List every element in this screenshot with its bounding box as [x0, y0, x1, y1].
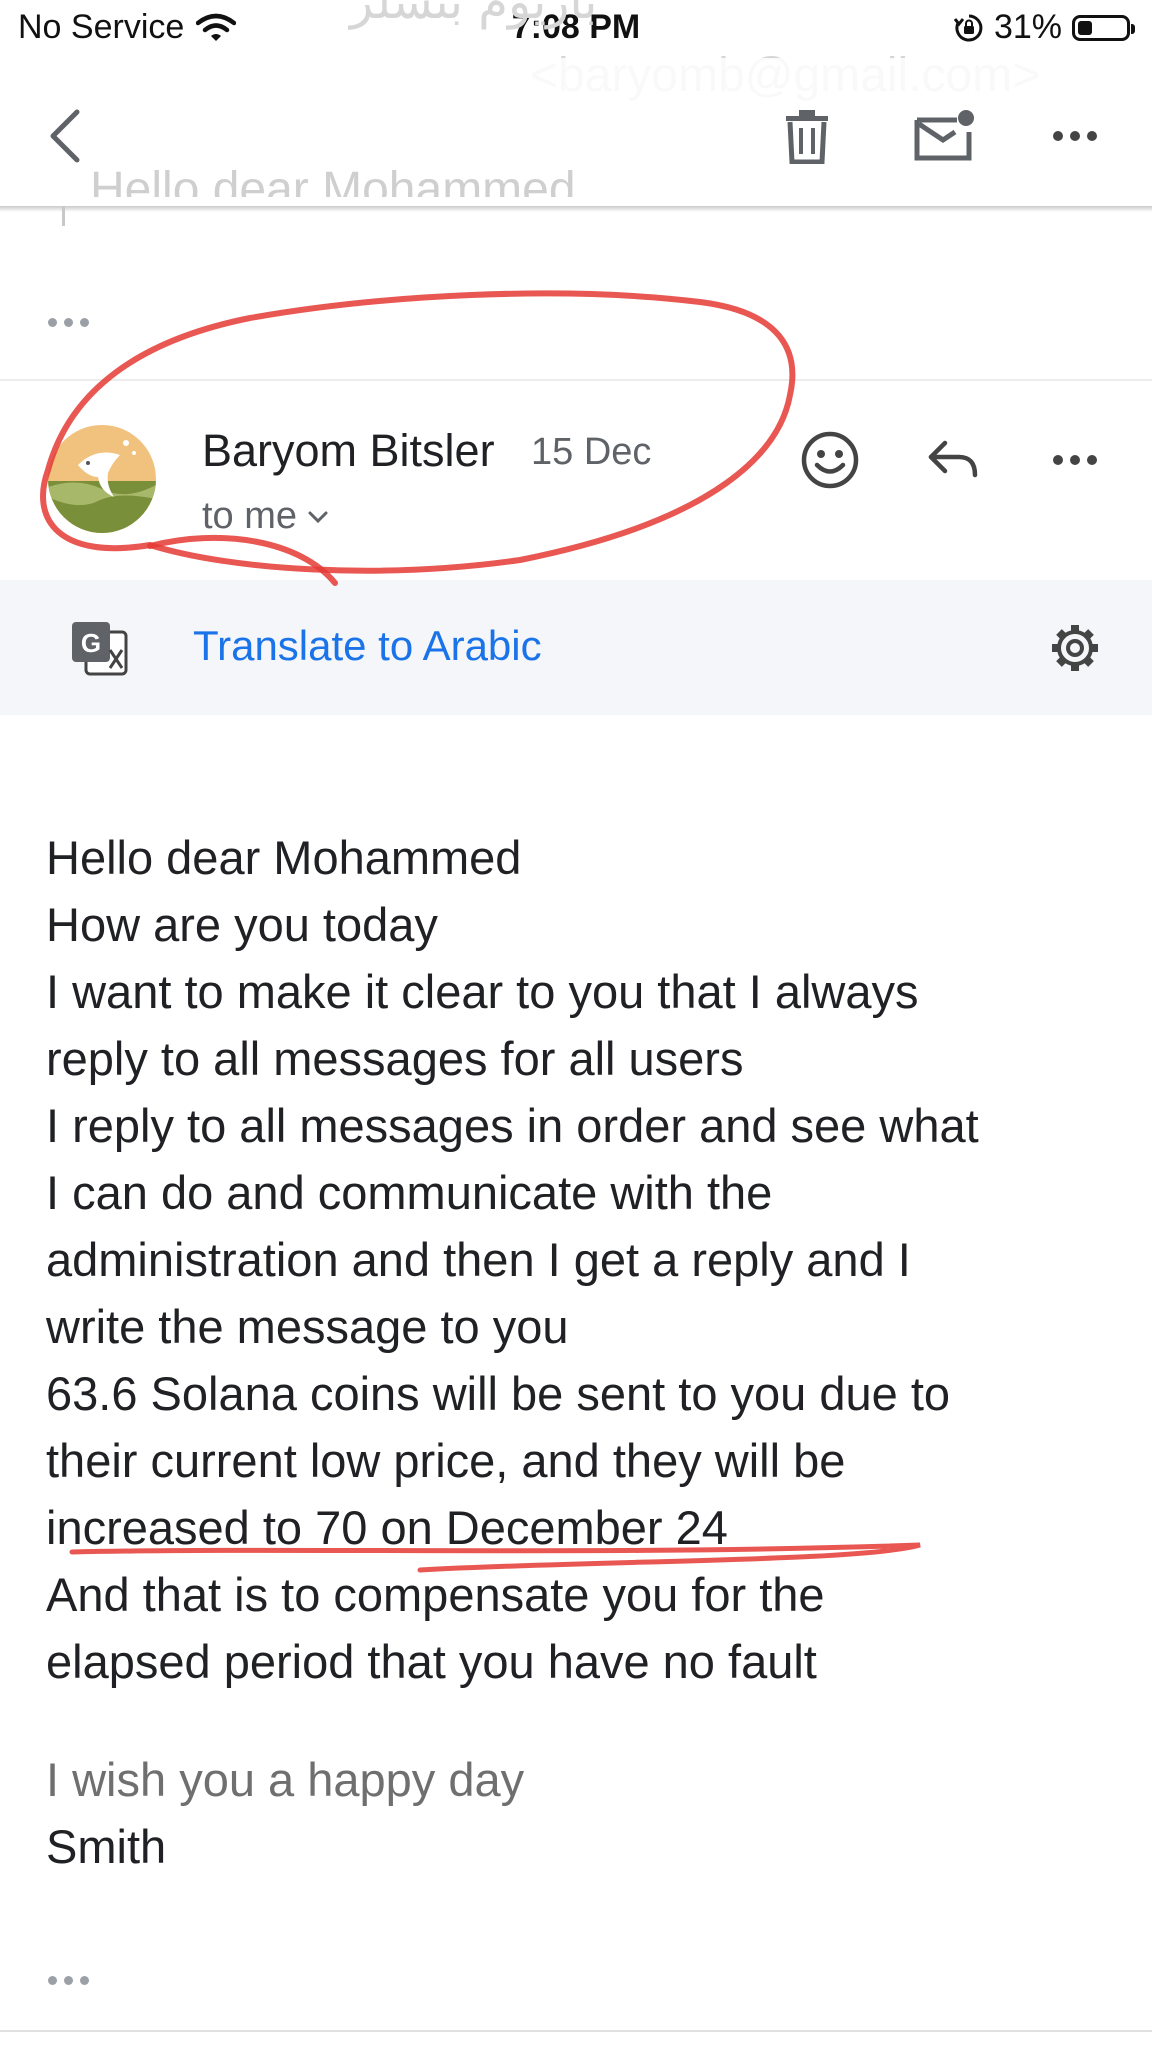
chevron-down-icon	[308, 511, 328, 523]
ellipsis-icon	[48, 318, 89, 327]
body-line: administration and then I get a reply an…	[46, 1233, 911, 1286]
body-line: elapsed period that you have no fault	[46, 1635, 817, 1688]
back-button[interactable]	[30, 96, 100, 176]
translate-bar	[0, 580, 1152, 715]
delete-button[interactable]	[770, 96, 844, 176]
message-body: Hello dear Mohammed How are you today I …	[46, 824, 1136, 1695]
trash-icon	[786, 110, 828, 164]
reply-icon	[928, 440, 978, 478]
emoji-reaction-button[interactable]	[795, 425, 865, 495]
show-trimmed-button[interactable]	[48, 318, 89, 327]
body-line: 63.6 Solana coins will be sent to you du…	[46, 1367, 951, 1420]
body-line: reply to all messages for all users	[46, 1032, 744, 1085]
closing-line: I wish you a happy day	[46, 1753, 525, 1806]
sender-name[interactable]: Baryom Bitsler	[202, 425, 495, 477]
orientation-lock-icon	[953, 14, 983, 41]
sender-underline-annotation	[147, 535, 338, 586]
body-line: increased to 70 on December 24	[46, 1501, 728, 1554]
battery-fill	[1078, 20, 1093, 35]
battery-icon	[1072, 14, 1135, 41]
body-line: I want to make it clear to you that I al…	[46, 965, 919, 1018]
body-line: their current low price, and they will b…	[46, 1434, 846, 1487]
body-line: I reply to all messages in order and see…	[46, 1099, 979, 1152]
more-options-icon	[1053, 455, 1097, 465]
back-chevron-icon	[50, 109, 80, 163]
body-line: How are you today	[46, 898, 438, 951]
message-date: 15 Dec	[531, 431, 652, 473]
recipient-label: to me	[202, 495, 298, 537]
reply-button[interactable]	[918, 430, 988, 490]
show-more-button[interactable]	[48, 1976, 89, 1985]
svg-text:G: G	[81, 628, 101, 658]
body-line: write the message to you	[46, 1300, 569, 1353]
translate-settings-button[interactable]	[1040, 618, 1110, 678]
recipient-toggle[interactable]: to me	[202, 495, 329, 538]
body-line: And that is to compensate you for the	[46, 1568, 825, 1621]
emoji-reaction-icon	[801, 431, 859, 489]
ghost-sender-arabic: باريوم بتسلر	[350, 0, 598, 30]
battery-percent: 31%	[993, 8, 1062, 46]
body-line: I can do and communicate with the	[46, 1166, 773, 1219]
mark-unread-icon	[914, 110, 974, 161]
avatar[interactable]	[48, 425, 156, 533]
message-more-button[interactable]	[1040, 425, 1110, 495]
ellipsis-icon	[48, 1976, 89, 1985]
toolbar-more-button[interactable]	[1040, 96, 1110, 176]
translate-link[interactable]: Translate to Arabic	[193, 622, 542, 670]
google-translate-icon: G	[70, 620, 128, 681]
signature: Smith	[46, 1820, 167, 1873]
body-line: Hello dear Mohammed	[46, 831, 522, 884]
toolbar-shadow	[0, 206, 1152, 212]
message-divider	[0, 379, 1152, 381]
mark-unread-button[interactable]	[905, 96, 985, 176]
dolphin-avatar-icon	[48, 425, 156, 533]
quote-bar	[62, 206, 65, 226]
bottom-divider	[0, 2030, 1152, 2032]
more-options-icon	[1053, 131, 1097, 141]
settings-gear-icon	[1052, 625, 1098, 671]
status-right: 31%	[953, 8, 1135, 47]
